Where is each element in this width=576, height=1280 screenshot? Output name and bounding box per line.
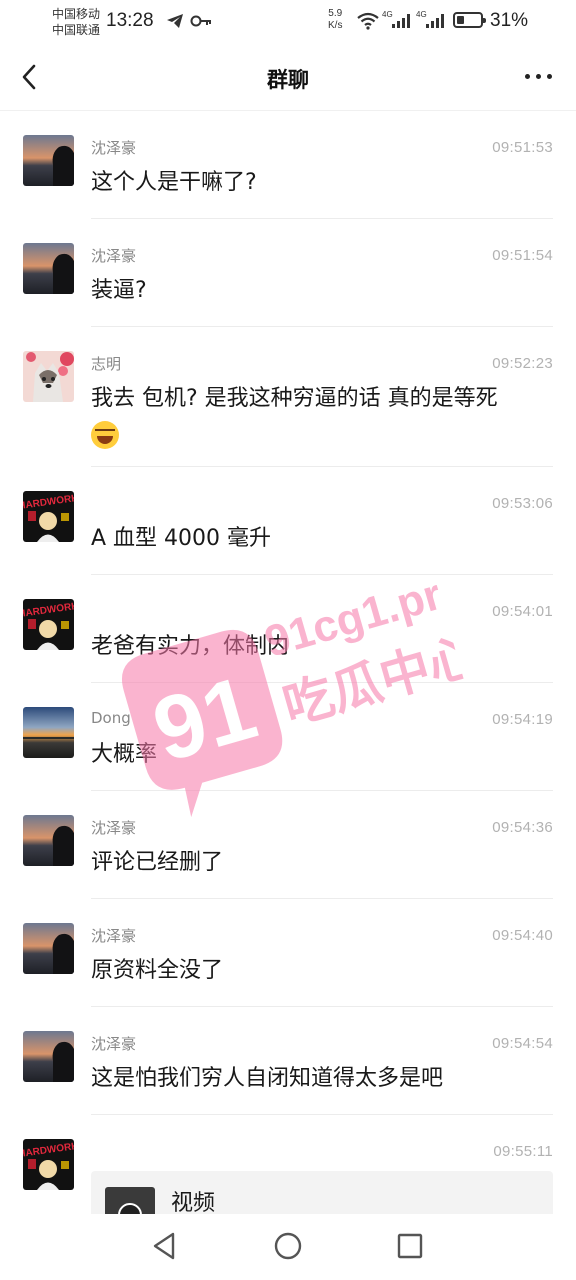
- message-text: 大概率: [91, 737, 550, 773]
- message-time: 09:52:23: [492, 355, 553, 372]
- signal-1-icon: [392, 14, 410, 28]
- message-row[interactable]: 沈泽豪 09:54:54 这是怕我们穷人自闭知道得太多是吧: [0, 1007, 576, 1115]
- recents-square-icon[interactable]: [396, 1231, 424, 1261]
- net-speed-value: 5.9: [328, 8, 343, 19]
- avatar[interactable]: [23, 135, 74, 186]
- message-text: 老爸有实力，体制内: [91, 629, 550, 665]
- home-circle-icon[interactable]: [273, 1231, 303, 1261]
- message-row[interactable]: 志明 09:52:23 我去 包机? 是我这种穷逼的话 真的是等死: [0, 327, 576, 467]
- avatar[interactable]: HARDWORK: [23, 599, 74, 650]
- message-time: 09:54:01: [492, 603, 553, 620]
- message-row[interactable]: 沈泽豪 09:54:36 评论已经删了: [0, 791, 576, 899]
- sender-name: 沈泽豪: [91, 247, 137, 265]
- system-nav-bar: [0, 1214, 576, 1280]
- clock: 13:28: [106, 10, 154, 31]
- message-text-content: 我去 包机? 是我这种穷逼的话 真的是等死: [91, 386, 498, 411]
- message-text: A 血型 4000 毫升: [91, 521, 550, 557]
- message-row[interactable]: 沈泽豪 09:51:54 装逼?: [0, 219, 576, 327]
- net-speed: 5.9 K/s: [328, 8, 342, 32]
- message-time: 09:55:11: [493, 1143, 553, 1160]
- video-label: 视频: [171, 1191, 216, 1216]
- message-time: 09:53:06: [492, 495, 553, 512]
- telegram-icon: [167, 14, 183, 28]
- message-row[interactable]: Dong 09:54:19 大概率: [0, 683, 576, 791]
- more-dots-icon[interactable]: [525, 74, 552, 79]
- message-time: 09:54:40: [492, 927, 553, 944]
- message-text-content: A 血型 4000 毫升: [91, 526, 272, 551]
- avatar[interactable]: [23, 1031, 74, 1082]
- avatar[interactable]: [23, 351, 74, 402]
- message-time: 09:54:36: [492, 819, 553, 836]
- message-text-content: 老爸有实力，体制内: [91, 634, 290, 659]
- message-text: 这个人是干嘛了?: [91, 165, 550, 201]
- avatar[interactable]: [23, 815, 74, 866]
- sender-name: 沈泽豪: [91, 139, 137, 157]
- status-bar: 中国移动 中国联通 13:28 5.9 K/s 4G 4G 31%: [0, 0, 576, 44]
- message-text: 评论已经删了: [91, 845, 550, 881]
- message-row[interactable]: 沈泽豪 09:54:40 原资料全没了: [0, 899, 576, 1007]
- message-text-content: 装逼?: [91, 278, 147, 303]
- sender-name: 沈泽豪: [91, 1035, 137, 1053]
- message-text: 原资料全没了: [91, 953, 550, 989]
- chat-title: 群聊: [267, 68, 309, 92]
- message-text: 我去 包机? 是我这种穷逼的话 真的是等死: [91, 381, 550, 453]
- avatar[interactable]: [23, 923, 74, 974]
- signal-2-icon: [426, 14, 444, 28]
- message-text: 这是怕我们穷人自闭知道得太多是吧: [91, 1061, 550, 1097]
- sender-name: 志明: [91, 355, 122, 373]
- message-row[interactable]: HARDWORK 09:53:06 A 血型 4000 毫升: [0, 467, 576, 575]
- net-speed-unit: K/s: [328, 20, 343, 31]
- message-text-content: 这是怕我们穷人自闭知道得太多是吧: [91, 1066, 444, 1091]
- back-triangle-icon[interactable]: [151, 1231, 179, 1261]
- chat-header: 群聊: [0, 44, 576, 111]
- message-row[interactable]: 沈泽豪 09:51:53 这个人是干嘛了?: [0, 111, 576, 219]
- message-text-content: 原资料全没了: [91, 958, 224, 983]
- wifi-icon: [357, 12, 379, 30]
- carrier-2: 中国联通: [52, 23, 101, 37]
- message-time: 09:51:54: [492, 247, 553, 264]
- message-text: 装逼?: [91, 273, 550, 309]
- key-icon: [190, 15, 211, 27]
- sender-name: 沈泽豪: [91, 927, 137, 945]
- message-text-content: 大概率: [91, 742, 158, 767]
- avatar[interactable]: [23, 707, 74, 758]
- message-time: 09:54:54: [492, 1035, 553, 1052]
- battery-percent: 31%: [490, 10, 529, 31]
- message-text-content: 评论已经删了: [91, 850, 224, 875]
- message-text-content: 这个人是干嘛了?: [91, 170, 257, 195]
- laugh-cry-emoji: [91, 421, 119, 449]
- sender-name: 沈泽豪: [91, 819, 137, 837]
- message-row[interactable]: HARDWORK 09:54:01 老爸有实力，体制内: [0, 575, 576, 683]
- avatar[interactable]: HARDWORK: [23, 1139, 74, 1190]
- message-row[interactable]: HARDWORK 09:55:11 视频: [0, 1115, 576, 1231]
- message-time: 09:51:53: [492, 139, 553, 156]
- sender-name: Dong: [91, 709, 131, 727]
- message-time: 09:54:19: [492, 711, 553, 728]
- avatar[interactable]: HARDWORK: [23, 491, 74, 542]
- carrier-1: 中国移动: [52, 7, 101, 21]
- battery-icon: [453, 12, 486, 28]
- carrier-labels: 中国移动 中国联通: [52, 6, 100, 38]
- avatar[interactable]: [23, 243, 74, 294]
